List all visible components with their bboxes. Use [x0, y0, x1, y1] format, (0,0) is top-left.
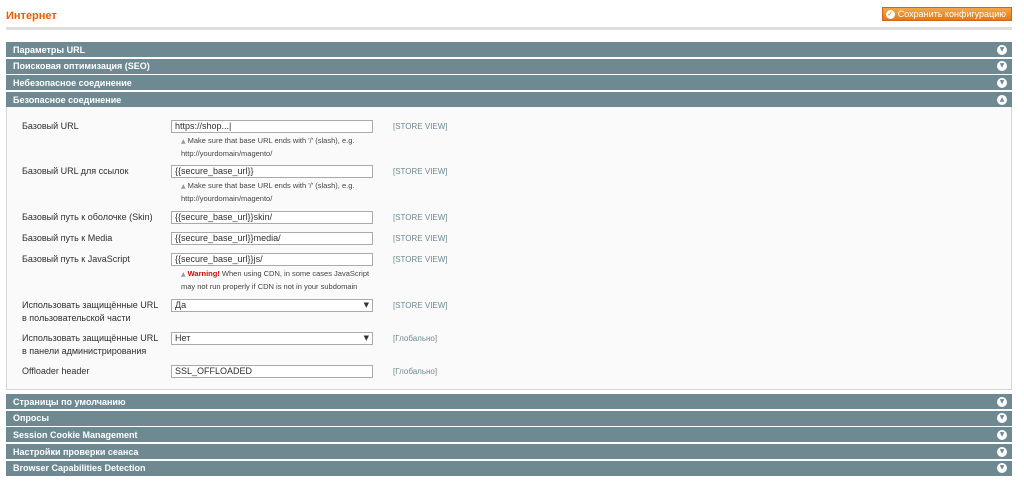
config-sections: Параметры URL ▼ Поисковая оптимизация (S… [6, 42, 1012, 478]
section-browser-capabilities[interactable]: Browser Capabilities Detection ▼ [6, 460, 1012, 476]
chevron-down-icon: ▼ [997, 77, 1007, 88]
section-seo[interactable]: Поисковая оптимизация (SEO) ▼ [6, 58, 1012, 74]
section-label: Страницы по умолчанию [13, 396, 126, 407]
chevron-down-icon: ▼ [997, 61, 1007, 72]
base-url-input[interactable]: https://shop...| [171, 120, 373, 134]
field-label: Использовать защищённые URL в пользовате… [22, 299, 162, 325]
skin-url-input[interactable]: {{secure_base_url}}skin/ [171, 211, 373, 225]
field-label: Offloader header [22, 366, 90, 377]
note-text: Make sure that base URL ends with '/' (s… [187, 136, 355, 146]
scope-label: [Глобально] [393, 367, 438, 377]
offloader-header-input[interactable]: SSL_OFFLOADED [171, 365, 373, 379]
label-line: Использовать защищённые URL [22, 333, 159, 344]
triangle-icon: ▲ [181, 271, 186, 279]
label-line: в пользовательской части [22, 313, 131, 324]
select-value: Да [175, 300, 187, 311]
section-unsecure[interactable]: Небезопасное соединение ▼ [6, 75, 1012, 91]
triangle-icon: ▲ [181, 183, 186, 191]
save-config-button[interactable]: ✓ Сохранить конфигурацию [881, 7, 1012, 21]
scope-label: [STORE VIEW] [393, 255, 448, 265]
field-note: ▲ Make sure that base URL ends with '/' (… [181, 135, 381, 160]
field-note: ▲ Warning! When using CDN, in some cases … [181, 268, 381, 293]
chevron-down-icon: ▼ [997, 413, 1007, 424]
scope-label: [STORE VIEW] [393, 167, 448, 177]
chevron-down-icon: ▼ [997, 44, 1007, 55]
section-default-pages[interactable]: Страницы по умолчанию ▼ [6, 394, 1012, 410]
label-line: в панели администрирования [22, 346, 147, 357]
caret-down-icon: ▼ [363, 334, 369, 343]
title-divider [6, 27, 1012, 30]
note-text: Make sure that base URL ends with '/' (s… [187, 181, 355, 191]
label-line: Использовать защищённые URL [22, 300, 159, 311]
save-config-label: Сохранить конфигурацию [897, 9, 1006, 19]
section-label: Небезопасное соединение [13, 77, 132, 88]
page-title: Интернет [6, 10, 57, 22]
field-label: Использовать защищённые URL в панели адм… [22, 332, 162, 358]
scope-label: [STORE VIEW] [393, 213, 448, 223]
chevron-up-icon: ▲ [997, 94, 1007, 105]
section-label: Browser Capabilities Detection [13, 463, 146, 474]
secure-admin-select[interactable]: Нет ▼ [171, 332, 373, 346]
section-url-options[interactable]: Параметры URL ▼ [6, 42, 1012, 57]
chevron-down-icon: ▼ [997, 446, 1007, 457]
triangle-icon: ▲ [181, 138, 186, 146]
field-label: Базовый URL [22, 121, 79, 132]
section-secure[interactable]: Безопасное соединение ▲ [6, 92, 1012, 108]
warning-label: Warning! [187, 269, 220, 279]
section-label: Поисковая оптимизация (SEO) [13, 61, 150, 72]
section-label: Session Cookie Management [13, 429, 138, 440]
section-label: Параметры URL [13, 44, 86, 55]
field-label: Базовый путь к Media [22, 233, 113, 244]
note-text: When using CDN, in some cases JavaScript [219, 269, 370, 279]
field-note: ▲ Make sure that base URL ends with '/' (… [181, 180, 381, 205]
note-text: may not run properly if CDN is not in yo… [181, 282, 358, 292]
section-label: Настройки проверки сеанса [13, 446, 139, 457]
section-label: Опросы [13, 413, 50, 424]
check-icon: ✓ [885, 9, 895, 19]
base-link-url-input[interactable]: {{secure_base_url}} [171, 165, 373, 179]
field-label: Базовый URL для ссылок [22, 166, 129, 177]
caret-down-icon: ▼ [363, 301, 369, 310]
scope-label: [STORE VIEW] [393, 301, 448, 311]
section-session-cookie[interactable]: Session Cookie Management ▼ [6, 427, 1012, 443]
js-url-input[interactable]: {{secure_base_url}}js/ [171, 253, 373, 267]
field-label: Базовый путь к оболочке (Skin) [22, 212, 153, 223]
scope-label: [STORE VIEW] [393, 122, 448, 132]
field-label: Базовый путь к JavaScript [22, 254, 130, 265]
chevron-down-icon: ▼ [997, 396, 1007, 407]
section-session-validation[interactable]: Настройки проверки сеанса ▼ [6, 444, 1012, 460]
media-url-input[interactable]: {{secure_base_url}}media/ [171, 232, 373, 246]
section-secure-body: Базовый URL https://shop...| [STORE VIEW… [6, 107, 1012, 391]
chevron-down-icon: ▼ [997, 463, 1007, 474]
section-polls[interactable]: Опросы ▼ [6, 410, 1012, 426]
scope-label: [Глобально] [393, 334, 438, 344]
secure-frontend-select[interactable]: Да ▼ [171, 299, 373, 313]
note-text: http://yourdomain/magento/ [181, 149, 273, 159]
section-label: Безопасное соединение [13, 94, 122, 105]
note-text: http://yourdomain/magento/ [181, 194, 273, 204]
chevron-down-icon: ▼ [997, 429, 1007, 440]
select-value: Нет [175, 333, 191, 344]
scope-label: [STORE VIEW] [393, 234, 448, 244]
